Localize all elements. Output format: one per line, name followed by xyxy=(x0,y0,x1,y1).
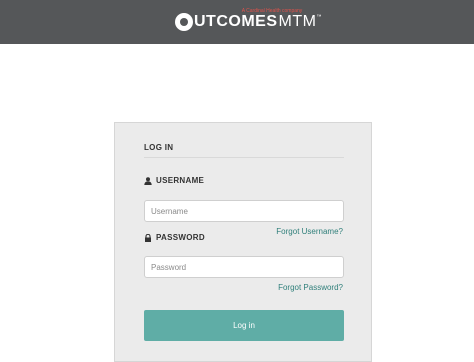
username-input[interactable] xyxy=(144,200,344,222)
username-label: USERNAME xyxy=(144,176,204,185)
lock-icon xyxy=(145,233,151,242)
logo-sub-text: MTM xyxy=(278,13,317,30)
username-label-text: USERNAME xyxy=(156,176,205,185)
login-panel: LOG IN USERNAME Forgot Username? PASSWOR… xyxy=(114,122,372,362)
password-input[interactable] xyxy=(144,256,344,278)
outcomes-mtm-logo: UTCOMES MTM ™ xyxy=(175,12,321,32)
login-button[interactable]: Log in xyxy=(144,310,344,341)
logo-trademark: ™ xyxy=(316,14,322,20)
app-header: A Cardinal Health company UTCOMES MTM ™ xyxy=(0,0,474,44)
title-divider xyxy=(144,157,344,158)
password-label: PASSWORD xyxy=(144,233,205,242)
password-label-text: PASSWORD xyxy=(156,233,205,242)
logo-main-text: UTCOMES xyxy=(194,13,278,30)
user-icon xyxy=(144,176,152,185)
logo-o-mark-icon xyxy=(175,13,193,31)
forgot-password-link[interactable]: Forgot Password? xyxy=(278,283,343,292)
login-title: LOG IN xyxy=(144,143,174,152)
forgot-username-link[interactable]: Forgot Username? xyxy=(276,227,343,236)
